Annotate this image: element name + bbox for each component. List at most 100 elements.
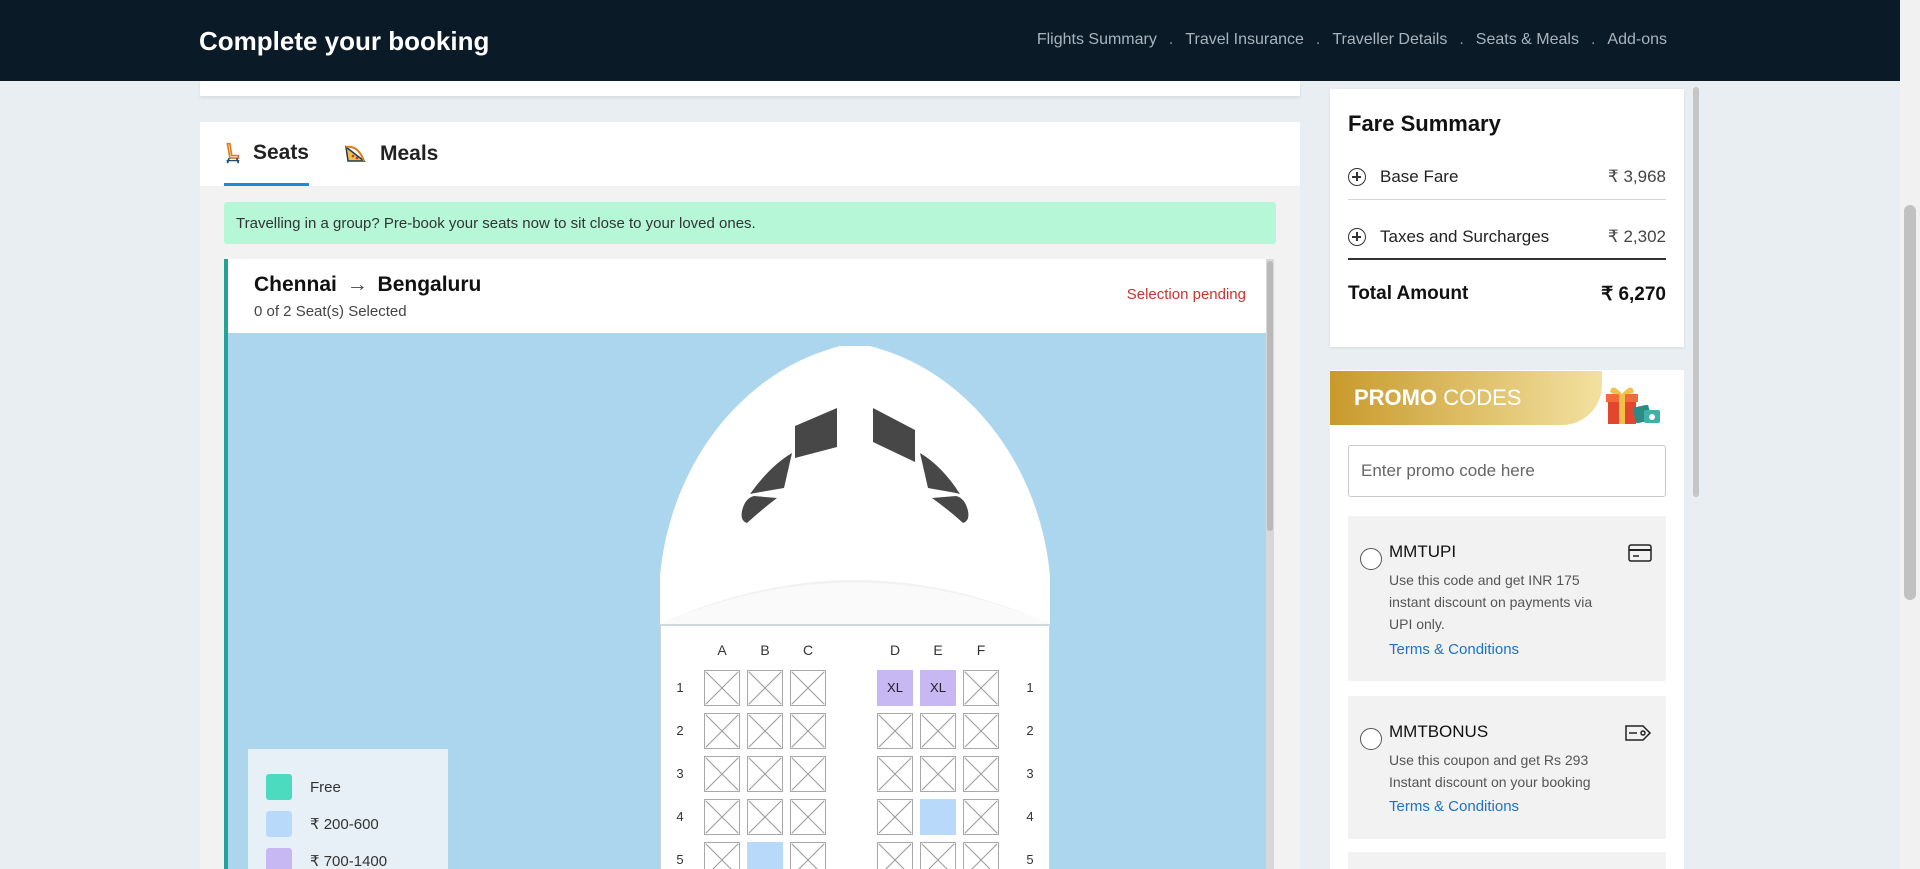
seatmap-scrollbar-thumb[interactable] — [1267, 261, 1273, 531]
seat-row-number: 2 — [676, 723, 684, 738]
cabin-divider — [660, 624, 1050, 626]
expand-plus-icon[interactable] — [1348, 228, 1366, 246]
seat-2D — [877, 713, 913, 749]
seat-column-label: D — [889, 642, 901, 658]
seat-5D — [877, 842, 913, 869]
step-flights-summary[interactable]: Flights Summary — [1037, 31, 1157, 49]
flight-header: Chennai → Bengaluru 0 of 2 Seat(s) Selec… — [228, 259, 1270, 333]
step-add-ons[interactable]: Add-ons — [1607, 31, 1667, 49]
tab-seats[interactable]: Seats — [224, 122, 309, 186]
expand-plus-icon[interactable] — [1348, 168, 1366, 186]
seatmap-scrollbar[interactable] — [1266, 259, 1274, 869]
tag-icon — [1625, 725, 1652, 741]
coupon-radio[interactable] — [1360, 728, 1382, 750]
previous-section-card — [200, 81, 1300, 96]
tab-meals[interactable]: Meals — [344, 122, 438, 186]
seat-1A — [704, 670, 740, 706]
seat-2E — [920, 713, 956, 749]
fare-summary-card: Fare Summary Base Fare ₹ 3,968 Taxes and… — [1330, 89, 1684, 347]
base-fare-label: Base Fare — [1380, 167, 1459, 186]
legend-swatch-free — [266, 774, 292, 800]
seat-4E[interactable] — [920, 799, 956, 835]
seat-5C — [790, 842, 826, 869]
seat-1E[interactable]: XL — [920, 670, 956, 706]
terms-conditions-link[interactable]: Terms & Conditions — [1389, 641, 1519, 658]
base-fare-row[interactable]: Base Fare ₹ 3,968 — [1348, 147, 1666, 207]
total-amount: ₹ 6,270 — [1601, 284, 1666, 305]
fare-divider — [1348, 199, 1666, 200]
coupon-radio[interactable] — [1360, 548, 1382, 570]
step-travel-insurance[interactable]: Travel Insurance — [1185, 31, 1304, 49]
legend-item-mid-price: ₹ 200-600 — [266, 811, 379, 837]
tab-meals-label: Meals — [380, 142, 439, 165]
seat-1D[interactable]: XL — [877, 670, 913, 706]
destination-city: Bengaluru — [377, 273, 482, 296]
seat-2C — [790, 713, 826, 749]
step-seats-meals[interactable]: Seats & Meals — [1476, 31, 1579, 49]
seat-3D — [877, 756, 913, 792]
route-arrow: → — [346, 273, 368, 296]
promo-codes-title: PROMO CODES — [1354, 385, 1522, 411]
seat-column-label: E — [933, 642, 943, 658]
seat-5A — [704, 842, 740, 869]
coupon-card-next[interactable] — [1348, 852, 1666, 869]
taxes-label: Taxes and Surcharges — [1380, 227, 1550, 246]
coupon-code: MMTUPI — [1389, 542, 1457, 561]
seat-row-number: 5 — [1026, 852, 1034, 867]
seat-row-number: 4 — [1026, 809, 1034, 824]
legend-item-high-price: ₹ 700-1400 — [266, 848, 387, 869]
seat-2B — [747, 713, 783, 749]
seat-column-label: B — [760, 642, 770, 658]
seat-3A — [704, 756, 740, 792]
sidebar-scrollbar-thumb[interactable] — [1693, 87, 1699, 497]
seat-4F — [963, 799, 999, 835]
seat-row-number: 3 — [676, 766, 684, 781]
promo-title-rest: CODES — [1443, 385, 1522, 410]
coupon-card-mmtbonus[interactable]: MMTBONUS Use this coupon and get Rs 293 … — [1348, 696, 1666, 839]
coupon-card-mmtupi[interactable]: MMTUPI Use this code and get INR 175 ins… — [1348, 516, 1666, 681]
seat-1C — [790, 670, 826, 706]
seat-row-number: 1 — [1026, 680, 1034, 695]
legend-label: ₹ 700-1400 — [310, 853, 388, 869]
seat-row-number: 2 — [1026, 723, 1034, 738]
total-divider — [1348, 258, 1666, 260]
seat-row-number: 3 — [1026, 766, 1034, 781]
meal-icon — [344, 145, 367, 162]
page-title: Complete your booking — [199, 26, 490, 56]
promo-codes-header: PROMO CODES — [1330, 371, 1602, 425]
step-traveller-details[interactable]: Traveller Details — [1332, 31, 1447, 49]
seat-selection-count: 0 of 2 Seat(s) Selected — [254, 303, 407, 320]
card-icon — [1628, 544, 1652, 562]
seat-row-number: 5 — [676, 852, 684, 867]
main-column: Seats Meals Travelling in a group? Pre-b… — [200, 81, 1300, 869]
legend-label: Free — [310, 778, 341, 796]
seat-2A — [704, 713, 740, 749]
page-scrollbar[interactable] — [1900, 0, 1920, 869]
promo-title-bold: PROMO — [1354, 385, 1438, 410]
step-separator: . — [1315, 31, 1321, 48]
seat-1F — [963, 670, 999, 706]
seat-4B — [747, 799, 783, 835]
seat-4A — [704, 799, 740, 835]
base-fare-amount: ₹ 3,968 — [1607, 167, 1666, 186]
legend-swatch-mid — [266, 811, 292, 837]
seat-5B[interactable] — [747, 842, 783, 869]
seat-3E — [920, 756, 956, 792]
taxes-amount: ₹ 2,302 — [1607, 227, 1666, 246]
coupon-code: MMTBONUS — [1389, 722, 1489, 741]
seats-meals-card: Seats Meals Travelling in a group? Pre-b… — [200, 122, 1300, 869]
legend-swatch-high — [266, 848, 292, 869]
seat-column-label: A — [717, 642, 727, 658]
aircraft-seat-map: A B C D E F 1 1 XL XL 2 2 3 3 4 4 5 5 — [660, 346, 1050, 869]
promo-codes-card: PROMO CODES MMTUPI Use this code and get… — [1330, 370, 1684, 869]
seats-meals-tabs: Seats Meals — [200, 122, 1300, 186]
page-scrollbar-thumb[interactable] — [1904, 205, 1916, 600]
seat-2F — [963, 713, 999, 749]
seat-4D — [877, 799, 913, 835]
step-separator: . — [1168, 31, 1174, 48]
terms-conditions-link[interactable]: Terms & Conditions — [1389, 798, 1519, 815]
top-header: Complete your booking Flights Summary . … — [0, 0, 1900, 81]
promo-code-input[interactable] — [1348, 445, 1666, 497]
seat-5E — [920, 842, 956, 869]
total-label: Total Amount — [1348, 283, 1469, 304]
